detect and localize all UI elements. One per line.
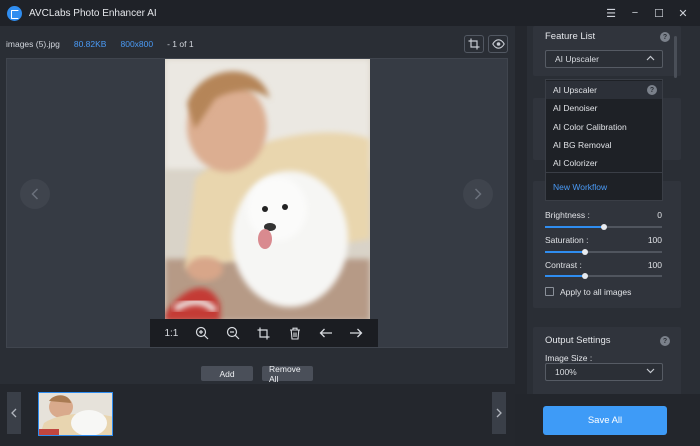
saturation-value: 100 xyxy=(647,235,662,245)
saturation-label: Saturation : xyxy=(545,235,589,245)
delete-button[interactable] xyxy=(284,322,306,344)
output-settings-title: Output Settings xyxy=(545,335,611,346)
photo-image xyxy=(165,59,370,321)
workspace: images (5).jpg 80.82KB 800x800 - 1 of 1 xyxy=(0,26,515,446)
thumbnail-item[interactable] xyxy=(38,392,113,436)
arrow-right-icon xyxy=(350,328,363,338)
chevron-right-icon xyxy=(474,188,482,200)
crop-icon xyxy=(257,327,270,339)
title-bar: AVCLabs Photo Enhancer AI ☰ − ☐ ✕ xyxy=(0,0,700,26)
eye-icon xyxy=(491,39,505,49)
actual-size-button[interactable]: 1:1 xyxy=(160,322,182,344)
apply-all-checkbox[interactable] xyxy=(545,287,554,296)
help-icon[interactable]: ? xyxy=(660,32,670,42)
feature-dropdown: AI Upscaler ? AI Denoiser AI Color Calib… xyxy=(545,79,663,201)
zoom-out-icon xyxy=(227,326,240,340)
preview-toggle-button[interactable] xyxy=(488,35,508,53)
minimize-icon[interactable]: − xyxy=(624,3,646,23)
feature-list-title: Feature List xyxy=(545,31,596,42)
crop-toggle-button[interactable] xyxy=(464,35,484,53)
image-size-value: 100% xyxy=(555,367,577,377)
crop-button[interactable] xyxy=(253,322,275,344)
brightness-label: Brightness : xyxy=(545,210,590,220)
help-icon[interactable]: ? xyxy=(647,85,657,95)
brightness-slider[interactable] xyxy=(545,224,662,230)
file-name: images (5).jpg xyxy=(6,39,60,49)
thumbnail-prev-button[interactable] xyxy=(7,392,21,434)
chevron-down-icon xyxy=(646,367,655,376)
contrast-value: 100 xyxy=(647,260,662,270)
dropdown-item-ai-denoiser[interactable]: AI Denoiser xyxy=(546,99,662,117)
panel-divider xyxy=(515,26,527,446)
brightness-slider-fill xyxy=(545,226,604,228)
app-logo-icon xyxy=(7,5,22,21)
help-icon[interactable]: ? xyxy=(660,336,670,346)
image-size-select[interactable]: 100% xyxy=(545,363,663,381)
app-title: AVCLabs Photo Enhancer AI xyxy=(29,7,157,19)
photo xyxy=(165,59,370,321)
dropdown-item-new-workflow[interactable]: New Workflow xyxy=(546,178,662,196)
add-button[interactable]: Add xyxy=(201,366,253,381)
chevron-up-icon xyxy=(646,54,655,63)
zoom-in-button[interactable] xyxy=(191,322,213,344)
dropdown-item-ai-upscaler[interactable]: AI Upscaler ? xyxy=(546,81,662,99)
chevron-left-icon xyxy=(31,188,39,200)
window-controls: ☰ − ☐ ✕ xyxy=(598,0,694,26)
save-all-button[interactable]: Save All xyxy=(543,406,667,435)
image-preview xyxy=(6,58,508,348)
zoom-out-button[interactable] xyxy=(222,322,244,344)
image-size-label: Image Size : xyxy=(545,353,593,363)
apply-all-label: Apply to all images xyxy=(560,287,632,297)
viewer-toolbar: 1:1 xyxy=(150,319,378,347)
thumbnail-strip xyxy=(0,384,515,446)
file-count: - 1 of 1 xyxy=(167,39,194,49)
menu-icon[interactable]: ☰ xyxy=(600,3,622,23)
brightness-slider-knob[interactable] xyxy=(600,224,607,230)
chevron-right-icon xyxy=(496,408,502,418)
dropdown-divider xyxy=(546,172,662,173)
trash-icon xyxy=(289,327,300,340)
saturation-slider-knob[interactable] xyxy=(581,249,588,255)
file-info-bar: images (5).jpg 80.82KB 800x800 - 1 of 1 xyxy=(6,39,208,49)
zoom-in-icon xyxy=(196,326,209,340)
contrast-label: Contrast : xyxy=(545,260,582,270)
maximize-icon[interactable]: ☐ xyxy=(648,3,670,23)
crop-icon xyxy=(468,38,480,50)
file-actions-remove: Remove All xyxy=(262,364,313,384)
saturation-slider-fill xyxy=(545,251,585,253)
file-actions: Add xyxy=(201,366,253,381)
close-icon[interactable]: ✕ xyxy=(672,3,694,23)
chevron-left-icon xyxy=(11,408,17,418)
file-dimensions: 800x800 xyxy=(120,39,154,49)
dropdown-item-ai-colorizer[interactable]: AI Colorizer xyxy=(546,154,662,172)
thumbnail-next-button[interactable] xyxy=(492,392,506,434)
remove-all-button[interactable]: Remove All xyxy=(262,364,313,384)
file-size: 80.82KB xyxy=(73,39,107,49)
contrast-slider-knob[interactable] xyxy=(581,273,588,279)
arrow-left-icon xyxy=(319,328,332,338)
feature-select[interactable]: AI Upscaler xyxy=(545,50,663,68)
next-image-button[interactable] xyxy=(463,179,493,209)
dropdown-item-ai-bg-removal[interactable]: AI BG Removal xyxy=(546,136,662,154)
contrast-slider[interactable] xyxy=(545,273,662,279)
dropdown-item-ai-color-calibration[interactable]: AI Color Calibration xyxy=(546,118,662,136)
thumbnail-image xyxy=(39,393,112,435)
previous-image-button[interactable] xyxy=(20,179,50,209)
feature-select-value: AI Upscaler xyxy=(555,54,599,64)
saturation-slider[interactable] xyxy=(545,249,662,255)
brightness-value: 0 xyxy=(657,210,662,220)
undo-button[interactable] xyxy=(315,322,337,344)
redo-button[interactable] xyxy=(345,322,367,344)
panel-scrollbar[interactable] xyxy=(674,36,677,78)
contrast-slider-fill xyxy=(545,275,585,277)
